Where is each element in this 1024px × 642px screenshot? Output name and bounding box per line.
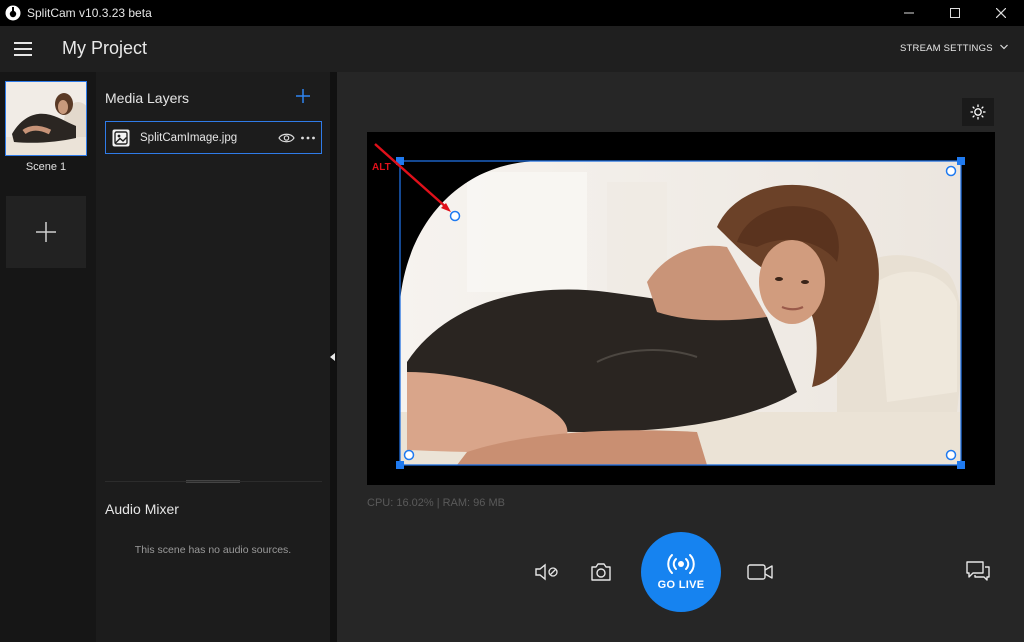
chat-icon — [966, 561, 990, 581]
main-area: ALT CPU: 16.02% | RAM: 96 MB GO LIVE — [337, 72, 1024, 642]
image-layer-icon — [112, 129, 130, 147]
resize-handle-bottom-right — [957, 461, 965, 469]
add-layer-icon[interactable] — [295, 88, 311, 104]
app-logo-icon — [5, 5, 21, 21]
layer-name: SplitCamImage.jpg — [140, 132, 238, 144]
eye-icon[interactable] — [278, 132, 295, 144]
chat-button[interactable] — [963, 558, 993, 584]
mute-mic-button[interactable] — [532, 559, 562, 585]
media-layers-panel: Media Layers SplitCamImage.jpg Audio Mix… — [96, 72, 330, 642]
resize-handle-top-right — [957, 157, 965, 165]
maximize-button[interactable] — [932, 0, 978, 26]
audio-mixer-title: Audio Mixer — [105, 501, 179, 517]
layer-item[interactable]: SplitCamImage.jpg — [105, 121, 322, 154]
scene-thumbnail[interactable] — [5, 81, 87, 156]
resize-handle-bottom-left — [396, 461, 404, 469]
app-header: My Project STREAM SETTINGS — [0, 26, 1024, 72]
menu-icon[interactable] — [14, 42, 32, 56]
corner-radius-handle — [449, 210, 461, 222]
minimize-button[interactable] — [886, 0, 932, 26]
mute-mic-icon — [535, 563, 558, 581]
media-layers-title: Media Layers — [105, 90, 190, 106]
alt-label: ALT — [372, 162, 391, 173]
corner-radius-handle — [945, 165, 957, 177]
preview-image — [400, 161, 961, 465]
audio-mixer-empty-text: This scene has no audio sources. — [134, 544, 292, 556]
scenes-panel: Scene 1 — [0, 72, 96, 642]
chevron-down-icon[interactable] — [999, 42, 1009, 52]
video-record-icon — [747, 564, 773, 580]
scene-label: Scene 1 — [25, 161, 67, 173]
window-title: SplitCam v10.3.23 beta — [27, 6, 152, 20]
collapse-arrow-icon[interactable] — [330, 353, 335, 361]
brightness-icon — [970, 104, 986, 120]
corner-radius-handle — [945, 449, 957, 461]
close-button[interactable] — [978, 0, 1024, 26]
maximize-icon — [950, 8, 960, 18]
snapshot-button[interactable] — [588, 559, 614, 585]
more-icon[interactable] — [300, 131, 316, 145]
stream-settings-button[interactable]: STREAM SETTINGS — [900, 43, 993, 54]
panel-splitter-handle[interactable] — [186, 480, 240, 483]
go-live-label: GO LIVE — [657, 579, 705, 591]
close-icon — [996, 8, 1006, 18]
title-bar: SplitCam v10.3.23 beta — [0, 0, 1024, 26]
add-scene-button[interactable] — [6, 196, 86, 268]
preview-canvas — [367, 132, 995, 485]
project-title: My Project — [62, 38, 148, 58]
camera-snapshot-icon — [591, 563, 611, 581]
broadcast-icon — [667, 554, 695, 574]
minimize-icon — [904, 12, 914, 14]
scene-thumbnail-image — [6, 82, 86, 155]
go-live-button[interactable]: GO LIVE — [641, 532, 721, 612]
add-icon — [36, 222, 56, 242]
record-video-button[interactable] — [745, 559, 775, 585]
corner-radius-handle — [403, 449, 415, 461]
brightness-button[interactable] — [962, 98, 994, 126]
performance-stats: CPU: 16.02% | RAM: 96 MB — [367, 497, 505, 509]
scene-preview[interactable]: ALT — [367, 132, 995, 485]
